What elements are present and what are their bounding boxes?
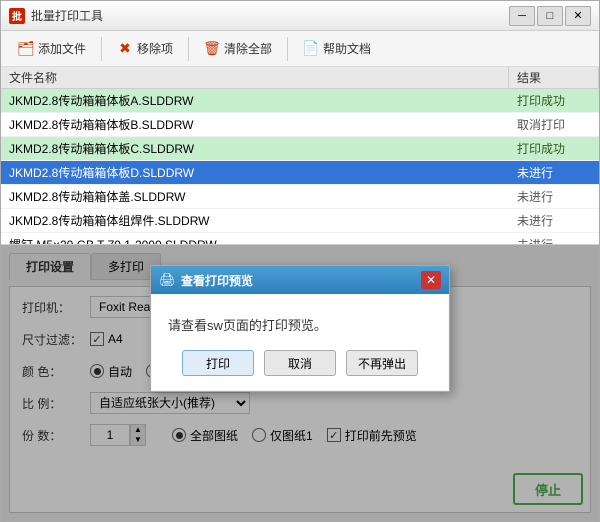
dialog-message: 请查看sw页面的打印预览。: [168, 315, 432, 334]
title-bar: 批 批量打印工具 ─ □ ✕: [1, 1, 599, 31]
remove-button[interactable]: ✖ 移除项: [108, 36, 182, 61]
remove-icon: ✖: [117, 41, 133, 57]
dialog-print-button[interactable]: 打印: [182, 350, 254, 376]
dialog-buttons: 打印 取消 不再弹出: [168, 350, 432, 376]
dialog-icon: 🖨: [159, 272, 175, 288]
toolbar: 🗂 添加文件 ✖ 移除项 🗑 清除全部 📄 帮助文档: [1, 31, 599, 67]
file-list-header: 文件名称 结果: [1, 67, 599, 89]
app-icon: 批: [9, 8, 25, 24]
file-name: 螺钉 M5×20 GB T 70.1-2000.SLDDRW: [1, 234, 509, 245]
separator-2: [188, 37, 189, 61]
table-row[interactable]: JKMD2.8传动箱箱体组焊件.SLDDRW未进行: [1, 209, 599, 233]
header-name: 文件名称: [1, 67, 509, 88]
file-result: 未进行: [509, 186, 599, 207]
table-row[interactable]: JKMD2.8传动箱箱体板D.SLDDRW未进行: [1, 161, 599, 185]
separator-3: [287, 37, 288, 61]
file-result: 未进行: [509, 234, 599, 245]
file-list-container: 文件名称 结果 JKMD2.8传动箱箱体板A.SLDDRW打印成功JKMD2.8…: [1, 67, 599, 245]
table-row[interactable]: JKMD2.8传动箱箱体板A.SLDDRW打印成功: [1, 89, 599, 113]
dialog-cancel-button[interactable]: 取消: [264, 350, 336, 376]
file-name: JKMD2.8传动箱箱体盖.SLDDRW: [1, 186, 509, 207]
separator-1: [101, 37, 102, 61]
file-list: JKMD2.8传动箱箱体板A.SLDDRW打印成功JKMD2.8传动箱箱体板B.…: [1, 89, 599, 245]
file-name: JKMD2.8传动箱箱体板B.SLDDRW: [1, 114, 509, 135]
main-window: 批 批量打印工具 ─ □ ✕ 🗂 添加文件 ✖ 移除项 🗑 清除全部 📄 帮助文…: [0, 0, 600, 522]
file-result: 打印成功: [509, 90, 599, 111]
file-result: 未进行: [509, 162, 599, 183]
table-row[interactable]: JKMD2.8传动箱箱体板B.SLDDRW取消打印: [1, 113, 599, 137]
minimize-button[interactable]: ─: [509, 6, 535, 26]
clear-all-button[interactable]: 🗑 清除全部: [195, 36, 281, 61]
remove-label: 移除项: [137, 40, 173, 57]
file-result: 取消打印: [509, 114, 599, 135]
table-row[interactable]: JKMD2.8传动箱箱体板C.SLDDRW打印成功: [1, 137, 599, 161]
table-row[interactable]: JKMD2.8传动箱箱体盖.SLDDRW未进行: [1, 185, 599, 209]
file-name: JKMD2.8传动箱箱体组焊件.SLDDRW: [1, 210, 509, 231]
table-row[interactable]: 螺钉 M5×20 GB T 70.1-2000.SLDDRW未进行: [1, 233, 599, 245]
file-name: JKMD2.8传动箱箱体板D.SLDDRW: [1, 162, 509, 183]
clear-icon: 🗑: [204, 41, 220, 57]
help-label: 帮助文档: [323, 40, 371, 57]
add-file-label: 添加文件: [38, 40, 86, 57]
window-controls: ─ □ ✕: [509, 6, 591, 26]
header-result: 结果: [509, 67, 599, 88]
add-file-icon: 🗂: [18, 41, 34, 57]
file-name: JKMD2.8传动箱箱体板C.SLDDRW: [1, 138, 509, 159]
dialog-body: 请查看sw页面的打印预览。 打印 取消 不再弹出: [152, 295, 448, 390]
close-button[interactable]: ✕: [565, 6, 591, 26]
add-file-button[interactable]: 🗂 添加文件: [9, 36, 95, 61]
window-title: 批量打印工具: [31, 7, 509, 24]
dialog-close-button[interactable]: ✕: [421, 271, 441, 289]
file-name: JKMD2.8传动箱箱体板A.SLDDRW: [1, 90, 509, 111]
modal-overlay: 🖨 查看打印预览 ✕ 请查看sw页面的打印预览。 打印 取消 不再弹出: [1, 245, 599, 521]
bottom-area: 打印设置 多打印 打印机： Foxit Reader 打印机设置 尺寸过滤：: [1, 245, 599, 521]
file-result: 未进行: [509, 210, 599, 231]
maximize-button[interactable]: □: [537, 6, 563, 26]
help-button[interactable]: 📄 帮助文档: [294, 36, 380, 61]
dialog-no-popup-button[interactable]: 不再弹出: [346, 350, 418, 376]
help-icon: 📄: [303, 41, 319, 57]
dialog-title-bar: 🖨 查看打印预览 ✕: [151, 266, 449, 294]
dialog: 🖨 查看打印预览 ✕ 请查看sw页面的打印预览。 打印 取消 不再弹出: [150, 265, 450, 392]
clear-label: 清除全部: [224, 40, 272, 57]
file-result: 打印成功: [509, 138, 599, 159]
dialog-title: 查看打印预览: [181, 272, 421, 289]
